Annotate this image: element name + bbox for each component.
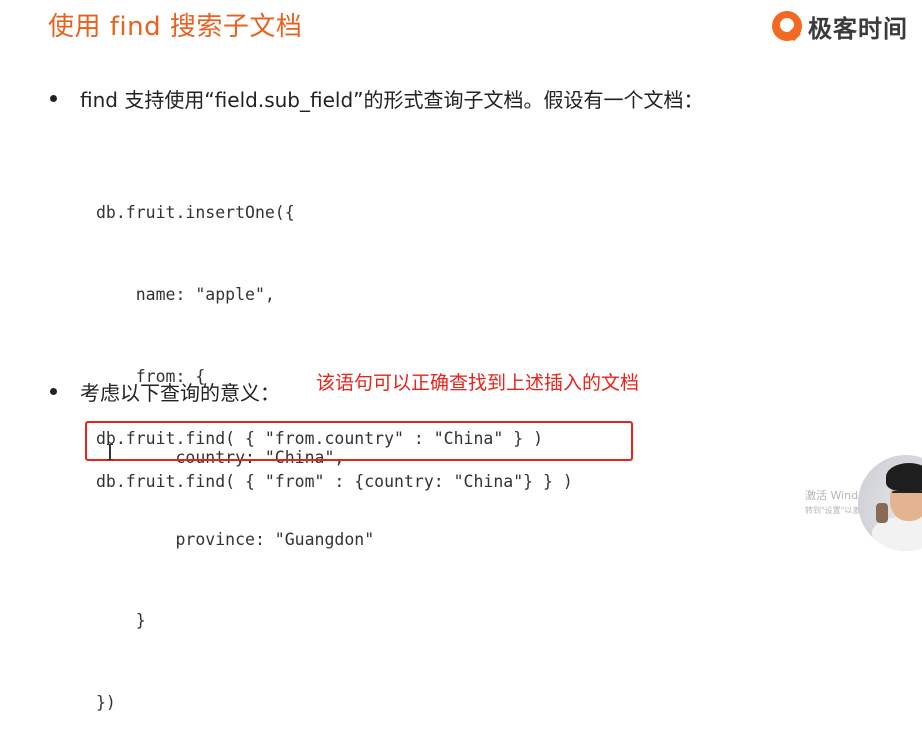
bullet-dot-icon <box>50 95 57 102</box>
code-line: province: "Guangdon" <box>96 529 375 549</box>
bullet-text: 考虑以下查询的意义： <box>80 381 280 405</box>
brand-logo: 极客时间 <box>772 8 908 44</box>
bullet-text: find 支持使用“field.sub_field”的形式查询子文档。假设有一个… <box>80 88 704 112</box>
query-line: db.fruit.find( { "from.country" : "China… <box>96 429 544 448</box>
bullet-item: 考虑以下查询的意义： <box>50 377 280 406</box>
bullet-dot-icon <box>50 388 57 395</box>
watermark-line: 激活 Windo <box>805 489 865 502</box>
annotation-text: 该语句可以正确查找到上述插入的文档 <box>316 372 640 394</box>
query-line: db.fruit.find( { "from" : {country: "Chi… <box>96 472 573 491</box>
code-line: }) <box>96 692 116 712</box>
code-line: } <box>96 611 146 631</box>
windows-activation-watermark: 激活 Windo 转到"设置"以激 <box>805 487 865 516</box>
webcam-overlay <box>858 455 922 551</box>
watermark-line: 转到"设置"以激 <box>805 506 861 515</box>
slide-title: 使用 find 搜索子文档 <box>48 12 303 42</box>
brand-name: 极客时间 <box>808 14 908 43</box>
text-cursor-icon <box>107 444 113 460</box>
code-line: db.fruit.insertOne({ <box>96 203 295 223</box>
geektime-logo-icon <box>772 11 802 42</box>
bullet-item: find 支持使用“field.sub_field”的形式查询子文档。假设有一个… <box>50 84 704 113</box>
code-line: name: "apple", <box>96 285 275 304</box>
